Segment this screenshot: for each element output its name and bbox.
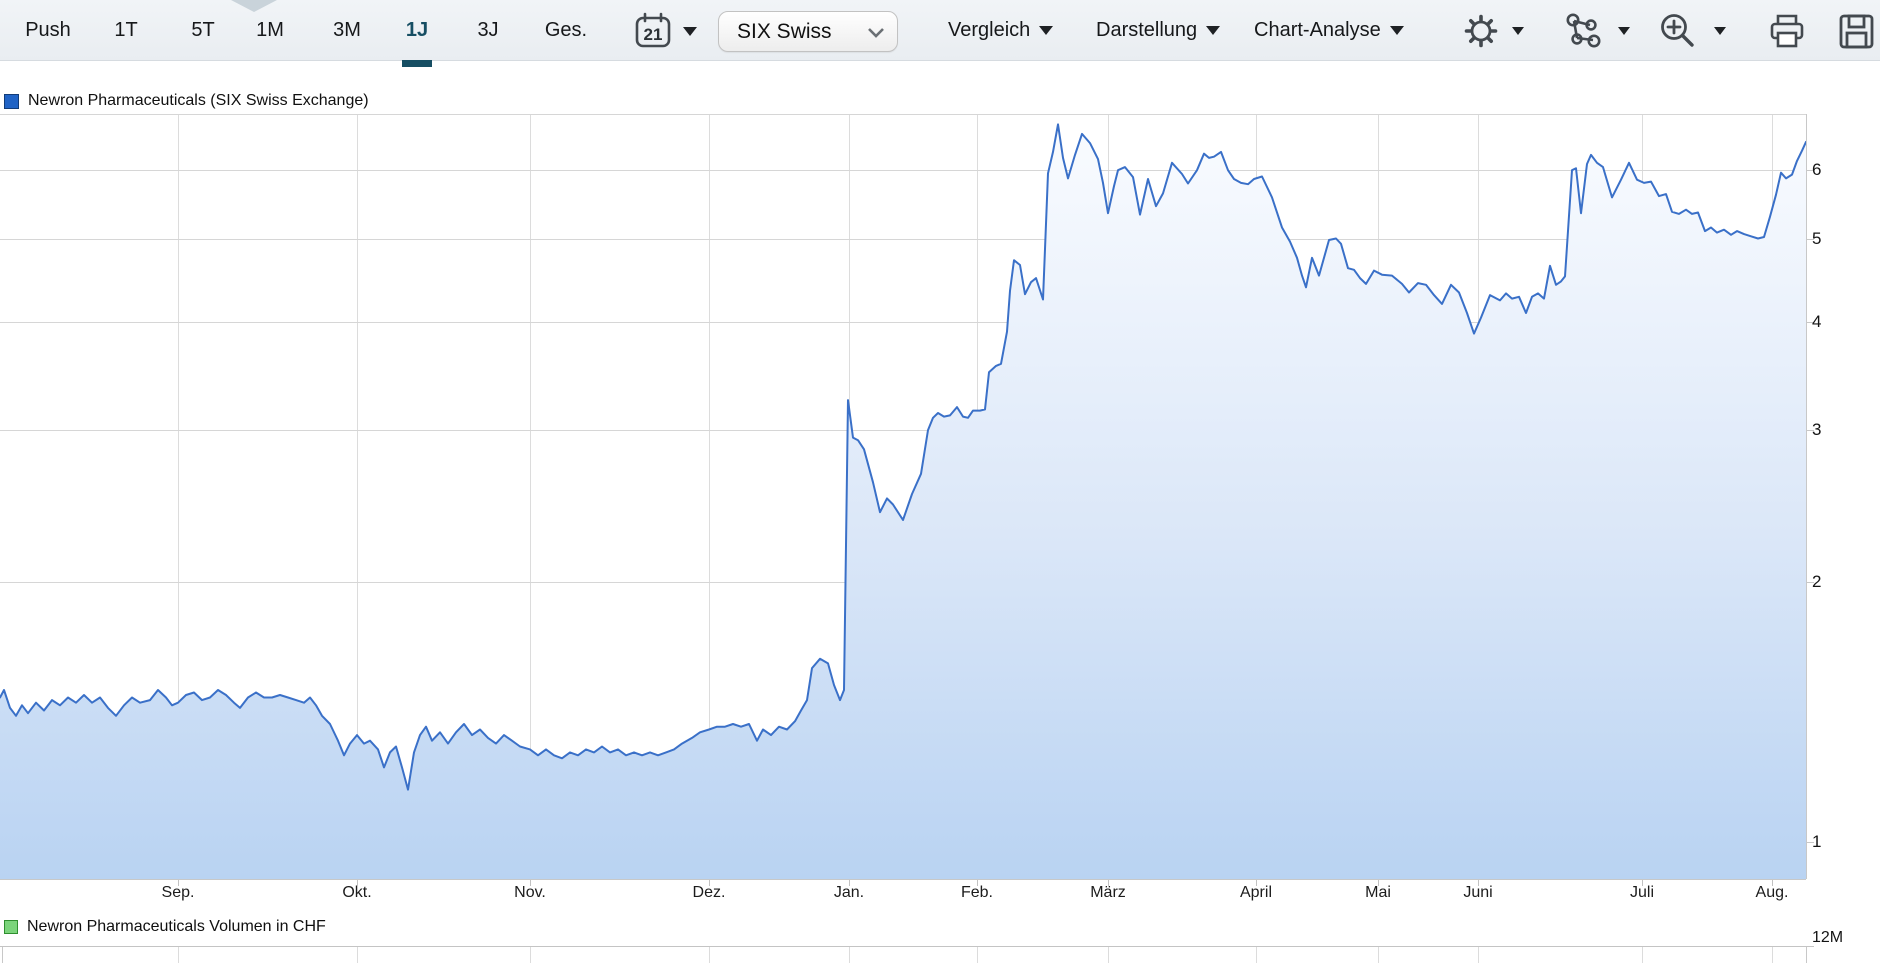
x-axis-label: Dez. <box>692 884 726 901</box>
print-icon[interactable] <box>1768 12 1806 50</box>
y-axis-label: 6 <box>1812 160 1822 180</box>
share-icon[interactable] <box>1564 12 1602 50</box>
x-axis-label: Jan. <box>833 884 865 901</box>
tab-1m[interactable]: 1M <box>228 0 312 60</box>
x-axis-label: Feb. <box>960 884 993 901</box>
calendar-dropdown-icon[interactable] <box>683 27 697 36</box>
x-axis-tick <box>709 880 710 886</box>
svg-text:21: 21 <box>644 25 663 44</box>
dropdown-triangle-icon <box>1206 25 1221 35</box>
toolbar: Push 1T 5T 1M 3M 1J 3J Ges. 21 SIX Swiss… <box>0 0 1880 61</box>
price-series-legend: Newron Pharmaceuticals (SIX Swiss Exchan… <box>4 92 369 110</box>
volume-legend-label: Newron Pharmaceuticals Volumen in CHF <box>27 918 326 935</box>
x-axis-tick <box>530 880 531 886</box>
x-axis-label: April <box>1239 884 1272 901</box>
x-axis-tick <box>357 880 358 886</box>
settings-dropdown-icon[interactable] <box>1512 27 1524 35</box>
y-axis-label: 1 <box>1812 831 1822 851</box>
tab-ges[interactable]: Ges. <box>524 0 608 60</box>
active-tab-underline <box>402 60 432 67</box>
x-axis-tick <box>1256 880 1257 886</box>
menu-chart-analyse[interactable]: Chart-Analyse <box>1254 0 1404 60</box>
x-axis-label: Aug. <box>1755 884 1789 901</box>
menu-vergleich[interactable]: Vergleich <box>948 0 1054 60</box>
x-axis-tick <box>1108 880 1109 886</box>
x-axis-tick <box>849 880 850 886</box>
calendar-icon[interactable]: 21 <box>634 11 672 49</box>
settings-gear-icon[interactable] <box>1462 12 1500 50</box>
share-dropdown-icon[interactable] <box>1618 27 1630 35</box>
price-legend-swatch <box>4 93 19 109</box>
volume-gridline <box>849 947 850 963</box>
volume-panel-border <box>1806 947 1807 963</box>
exchange-select-value: SIX Swiss <box>737 19 832 43</box>
x-axis-label: Okt. <box>342 884 372 901</box>
chevron-down-icon <box>868 28 884 38</box>
x-axis-label: Nov. <box>514 884 546 901</box>
x-axis-label: März <box>1090 884 1126 901</box>
volume-series-legend: Newron Pharmaceuticals Volumen in CHF <box>4 918 326 936</box>
volume-gridline <box>1478 947 1479 963</box>
menu-darstellung[interactable]: Darstellung <box>1096 0 1221 60</box>
tab-1t[interactable]: 1T <box>84 0 168 60</box>
volume-gridline <box>357 947 358 963</box>
x-axis-tick <box>1772 880 1773 886</box>
x-axis-label: Juni <box>1463 884 1493 901</box>
x-axis-tick <box>1642 880 1643 886</box>
x-axis-tick <box>178 880 179 886</box>
price-chart[interactable] <box>0 113 1880 880</box>
y-axis-label: 5 <box>1812 228 1822 248</box>
exchange-select[interactable]: SIX Swiss <box>718 11 898 52</box>
y-axis-label: 3 <box>1812 420 1822 440</box>
x-axis-tick <box>1378 880 1379 886</box>
x-axis-label: Mai <box>1365 884 1391 901</box>
zoom-dropdown-icon[interactable] <box>1714 27 1726 35</box>
volume-axis-top-tick: 12M <box>1812 929 1844 946</box>
y-axis-label: 2 <box>1812 572 1822 592</box>
y-axis-label: 4 <box>1812 312 1822 332</box>
x-axis-label: Sep. <box>161 884 195 901</box>
dropdown-triangle-icon <box>1389 25 1404 35</box>
volume-gridline <box>1108 947 1109 963</box>
zoom-in-icon[interactable] <box>1658 12 1696 50</box>
volume-legend-swatch <box>4 920 18 934</box>
volume-gridline <box>1256 947 1257 963</box>
volume-gridline <box>530 947 531 963</box>
menu-darstellung-label: Darstellung <box>1096 18 1198 41</box>
volume-gridline <box>1378 947 1379 963</box>
volume-gridline <box>1772 947 1773 963</box>
save-icon[interactable] <box>1838 13 1876 51</box>
tab-push[interactable]: Push <box>6 0 90 60</box>
x-axis-label: Juli <box>1629 884 1654 901</box>
volume-panel-border <box>2 947 3 963</box>
menu-vergleich-label: Vergleich <box>948 18 1031 41</box>
price-legend-label: Newron Pharmaceuticals (SIX Swiss Exchan… <box>28 92 369 109</box>
volume-gridline <box>709 947 710 963</box>
volume-chart[interactable] <box>0 946 1814 963</box>
tab-3j[interactable]: 3J <box>446 0 530 60</box>
chart-application: Push 1T 5T 1M 3M 1J 3J Ges. 21 SIX Swiss… <box>0 0 1880 963</box>
x-axis-tick <box>977 880 978 886</box>
dropdown-triangle-icon <box>1039 25 1054 35</box>
menu-chart-analyse-label: Chart-Analyse <box>1254 18 1381 41</box>
volume-gridline <box>178 947 179 963</box>
volume-gridline <box>1642 947 1643 963</box>
volume-gridline <box>977 947 978 963</box>
x-axis-tick <box>1478 880 1479 886</box>
